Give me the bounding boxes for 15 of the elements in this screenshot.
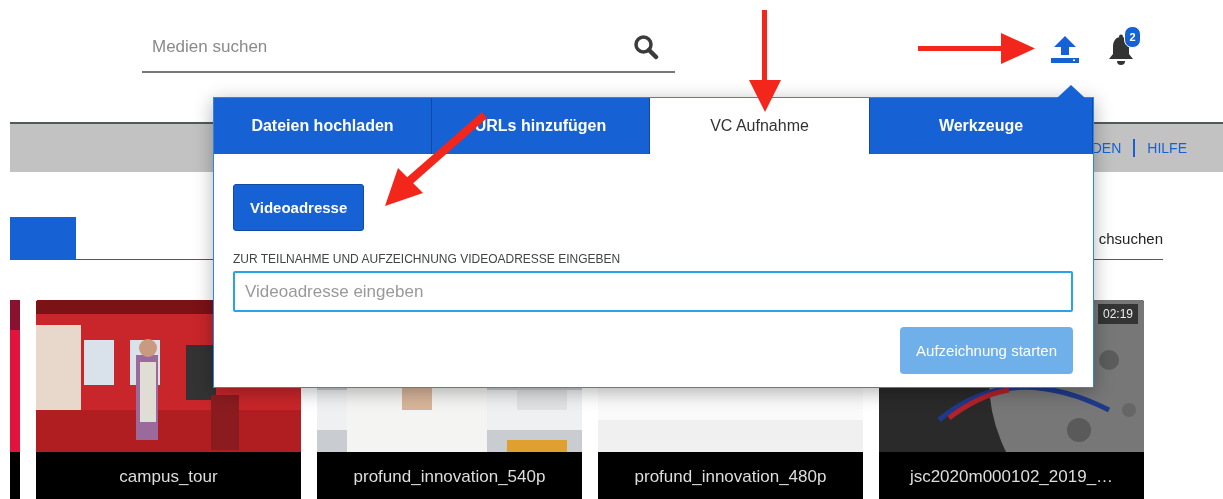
search-field[interactable]: Medien suchen	[142, 36, 633, 57]
video-address-field[interactable]: Videoadresse eingeben	[233, 271, 1073, 312]
duration-badge: 02:19	[1097, 304, 1138, 324]
bell-icon[interactable]	[1106, 33, 1136, 66]
popup-tab[interactable]: VC Aufnahme	[650, 98, 870, 154]
upload-icon[interactable]	[1050, 33, 1080, 64]
popup-tab[interactable]: Dateien hochladen	[214, 98, 432, 154]
field-label: ZUR TEILNAHME UND AUFZEICHNUNG VIDEOADRESSE EINGEBEN	[233, 252, 622, 266]
tab-label[interactable]: chsuchen	[1098, 229, 1163, 247]
nav-link[interactable]: HILFE	[1147, 140, 1187, 156]
popup-tab[interactable]: Werkzeuge	[870, 98, 1093, 154]
video-address-button[interactable]: Videoadresse	[233, 184, 365, 231]
notification-badge: 2	[1124, 25, 1141, 48]
search-icon[interactable]	[633, 33, 659, 60]
media-title[interactable]: jsc2020m000102_2019_…	[879, 452, 1144, 499]
